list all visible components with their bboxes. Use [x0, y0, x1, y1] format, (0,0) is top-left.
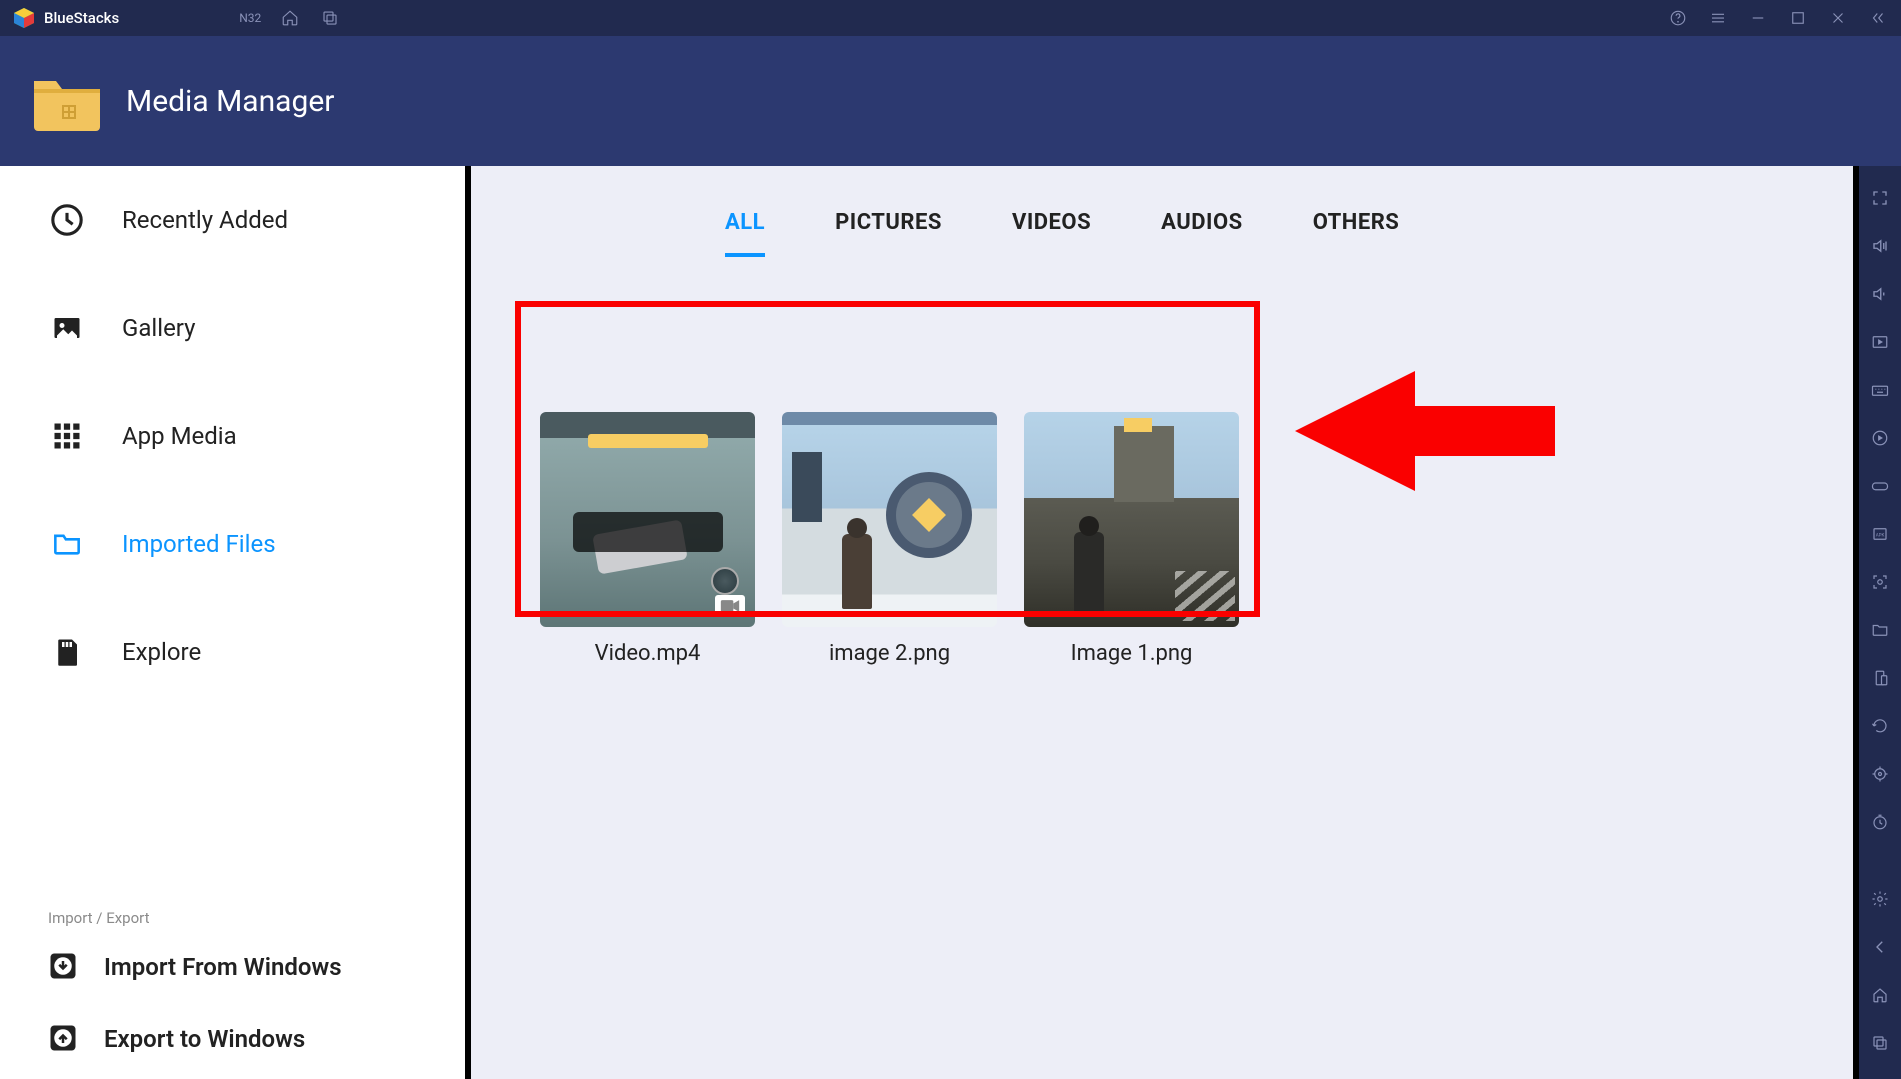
right-border: [1853, 166, 1859, 1079]
volume-down-icon[interactable]: [1868, 282, 1892, 306]
tab-audios[interactable]: AUDIOS: [1161, 210, 1243, 257]
side-toolbar: APK: [1859, 166, 1901, 1079]
tab-pictures[interactable]: PICTURES: [835, 210, 942, 257]
svg-text:APK: APK: [1876, 532, 1885, 538]
folder-open-icon[interactable]: [1868, 618, 1892, 642]
sidebar-item-label: Imported Files: [122, 530, 276, 558]
recents-nav-icon[interactable]: [1868, 1031, 1892, 1055]
video-play-icon[interactable]: [1868, 330, 1892, 354]
file-thumbnail: [782, 412, 997, 627]
rotate-icon[interactable]: [1868, 714, 1892, 738]
sidebar-item-label: Gallery: [122, 314, 196, 342]
file-item[interactable]: Image 1.png: [1024, 412, 1239, 666]
main: Recently Added Gallery App Media Importe…: [0, 166, 1901, 1079]
titlebar: BlueStacks N32: [0, 0, 1901, 36]
file-item[interactable]: Video.mp4: [540, 412, 755, 666]
menu-icon[interactable]: [1707, 7, 1729, 29]
page-title: Media Manager: [126, 84, 334, 119]
image-icon: [48, 311, 86, 345]
close-icon[interactable]: [1827, 7, 1849, 29]
file-name: Video.mp4: [540, 641, 755, 666]
recents-icon[interactable]: [319, 7, 341, 29]
apk-icon[interactable]: APK: [1868, 522, 1892, 546]
export-to-windows-button[interactable]: Export to Windows: [0, 1007, 465, 1079]
video-badge-icon: [715, 595, 745, 617]
sidebar-item-imported-files[interactable]: Imported Files: [0, 490, 465, 598]
filter-tabs: ALL PICTURES VIDEOS AUDIOS OTHERS: [465, 166, 1859, 257]
sidebar-item-explore[interactable]: Explore: [0, 598, 465, 706]
sidebar-item-label: Recently Added: [122, 206, 288, 234]
brand-label: BlueStacks: [44, 9, 119, 27]
file-thumbnail: [1024, 412, 1239, 627]
sidebar-item-app-media[interactable]: App Media: [0, 382, 465, 490]
tab-videos[interactable]: VIDEOS: [1012, 210, 1091, 257]
version-badge: N32: [239, 11, 261, 25]
settings-icon[interactable]: [1868, 887, 1892, 911]
maximize-icon[interactable]: [1787, 7, 1809, 29]
content-area: ALL PICTURES VIDEOS AUDIOS OTHERS Video.…: [465, 166, 1859, 1079]
tab-others[interactable]: OTHERS: [1313, 210, 1400, 257]
back-icon[interactable]: [1868, 935, 1892, 959]
folder-icon: [48, 527, 86, 561]
volume-up-icon[interactable]: [1868, 234, 1892, 258]
record-icon[interactable]: [1868, 426, 1892, 450]
sd-card-icon: [48, 635, 86, 669]
collapse-icon[interactable]: [1867, 7, 1889, 29]
home-nav-icon[interactable]: [1868, 983, 1892, 1007]
left-border: [465, 166, 471, 1079]
app-header: Media Manager: [0, 36, 1901, 166]
sidebar-action-label: Export to Windows: [104, 1025, 305, 1053]
screenshot-icon[interactable]: [1868, 570, 1892, 594]
sidebar: Recently Added Gallery App Media Importe…: [0, 166, 465, 1079]
sidebar-action-label: Import From Windows: [104, 953, 342, 981]
import-from-windows-button[interactable]: Import From Windows: [0, 935, 465, 1007]
grid-icon: [48, 419, 86, 453]
export-icon: [48, 1023, 80, 1055]
sidebar-item-recently-added[interactable]: Recently Added: [0, 166, 465, 274]
game-controller-icon[interactable]: [1868, 474, 1892, 498]
file-name: image 2.png: [782, 641, 997, 666]
import-icon: [48, 951, 80, 983]
sidebar-item-label: App Media: [122, 422, 237, 450]
sidebar-group-label: Import / Export: [0, 891, 465, 935]
location-icon[interactable]: [1868, 762, 1892, 786]
file-name: Image 1.png: [1024, 641, 1239, 666]
timer-icon[interactable]: [1868, 810, 1892, 834]
file-thumbnail: [540, 412, 755, 627]
minimize-icon[interactable]: [1747, 7, 1769, 29]
bluestacks-logo-icon: [12, 6, 36, 30]
tab-all[interactable]: ALL: [725, 210, 765, 257]
sidebar-item-gallery[interactable]: Gallery: [0, 274, 465, 382]
sidebar-item-label: Explore: [122, 638, 201, 666]
fullscreen-icon[interactable]: [1868, 186, 1892, 210]
keyboard-icon[interactable]: [1868, 378, 1892, 402]
file-item[interactable]: image 2.png: [782, 412, 997, 666]
device-icon[interactable]: [1868, 666, 1892, 690]
media-manager-folder-icon: [32, 71, 102, 131]
home-icon[interactable]: [279, 7, 301, 29]
files-grid: Video.mp4 image 2.png Image 1.png: [465, 257, 1859, 666]
help-icon[interactable]: [1667, 7, 1689, 29]
clock-icon: [48, 203, 86, 237]
